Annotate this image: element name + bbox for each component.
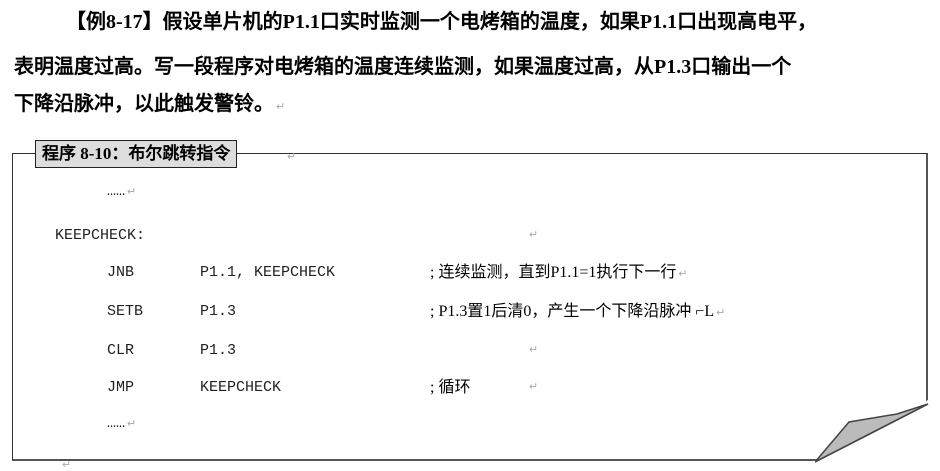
code-op: CLR xyxy=(107,342,135,359)
text: 下降沿脉冲，以此触发警铃。 xyxy=(14,93,274,115)
text: …… xyxy=(107,415,126,432)
text: 【例8-17】假设单片机的P1.1口实时监测一个电烤箱的温度，如果P1.1口出现… xyxy=(66,11,818,33)
code-op: JMP xyxy=(107,379,135,396)
paragraph-mark: ↵ xyxy=(62,459,72,471)
problem-line-2: 表明温度过高。写一段程序对电烤箱的温度连续监测，如果温度过高，从P1.3口输出一… xyxy=(14,55,791,79)
code-arg: P1.3 xyxy=(200,342,237,359)
page-curl-icon xyxy=(815,400,940,470)
code-arg: KEEPCHECK xyxy=(200,379,282,396)
code-op: JNB xyxy=(107,264,135,281)
paragraph-mark: ↵ xyxy=(716,307,726,319)
problem-line-1: 【例8-17】假设单片机的P1.1口实时监测一个电烤箱的温度，如果P1.1口出现… xyxy=(66,10,817,34)
text: ; 循环 xyxy=(430,379,471,396)
text: ; P1.3置1后清0，产生一个下降沿脉冲 ⌐L xyxy=(430,303,715,320)
text: 表明温度过高。写一段程序对电烤箱的温度连续监测，如果温度过高，从P1.3口输出一… xyxy=(14,56,792,78)
code-comment: ; 连续监测，直到P1.1=1执行下一行 ↵ xyxy=(430,263,688,284)
problem-line-3: 下降沿脉冲，以此触发警铃。 ↵ xyxy=(14,92,285,119)
paragraph-mark: ↵ xyxy=(127,187,137,199)
code-label: KEEPCHECK: xyxy=(55,227,146,244)
paragraph-mark: ↵ xyxy=(529,229,539,241)
paragraph-mark: ↵ xyxy=(276,101,286,113)
text: …… xyxy=(107,183,126,200)
title-text: 程序 8-10：布尔跳转指令 xyxy=(42,144,231,163)
paragraph-mark: ↵ xyxy=(127,419,137,431)
paragraph-mark: ↵ xyxy=(287,151,297,163)
program-title: 程序 8-10：布尔跳转指令 xyxy=(35,140,238,168)
paragraph-mark: ↵ xyxy=(529,344,539,356)
code-comment: ; P1.3置1后清0，产生一个下降沿脉冲 ⌐L ↵ xyxy=(430,302,725,323)
paragraph-mark: ↵ xyxy=(678,268,688,280)
paragraph-mark: ↵ xyxy=(529,381,539,393)
ellipsis-top: …… ↵ xyxy=(107,182,136,203)
code-comment: ; 循环 xyxy=(430,378,470,398)
code-op: SETB xyxy=(107,303,144,320)
code-arg: P1.3 xyxy=(200,303,237,320)
text: ; 连续监测，直到P1.1=1执行下一行 xyxy=(430,264,677,281)
ellipsis-bottom: …… ↵ xyxy=(107,414,136,435)
code-arg: P1.1, KEEPCHECK xyxy=(200,264,336,281)
